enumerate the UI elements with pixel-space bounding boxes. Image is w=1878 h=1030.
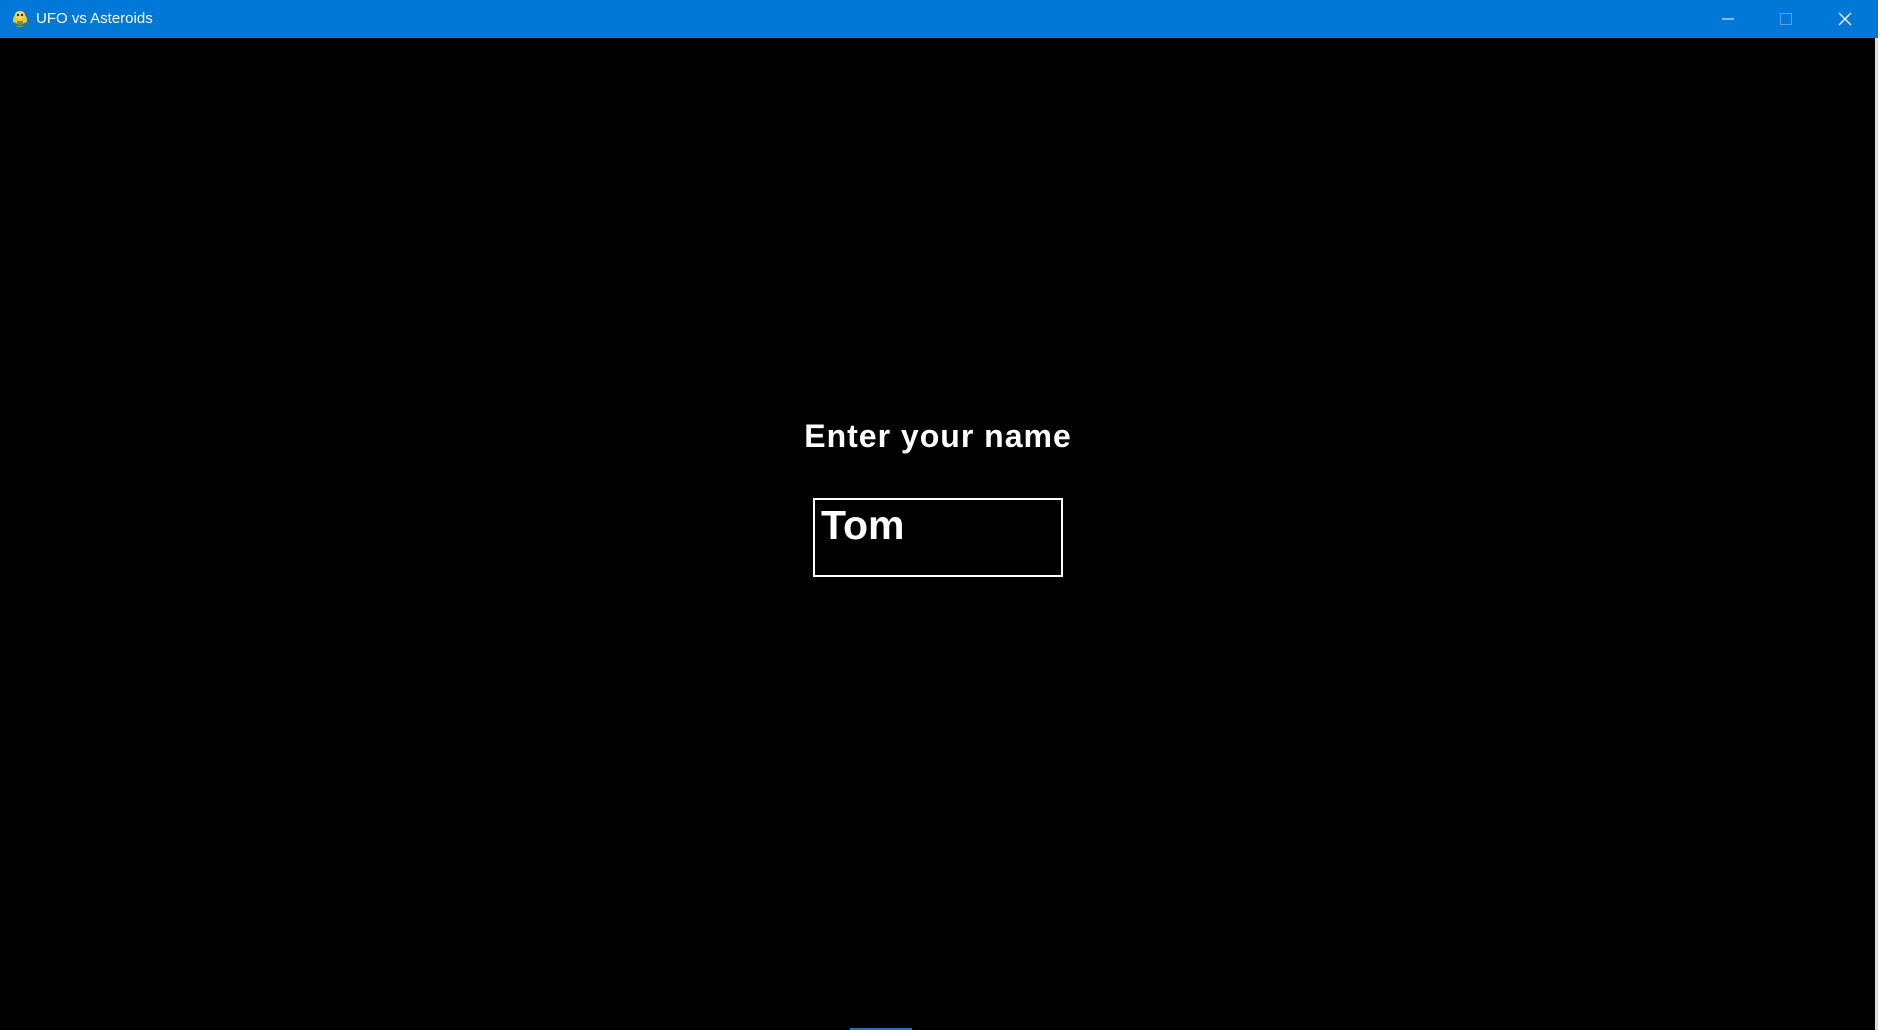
maximize-icon (1780, 13, 1792, 25)
pygame-snake-icon (10, 9, 30, 29)
maximize-button[interactable] (1757, 0, 1815, 38)
name-input[interactable]: Tom (813, 498, 1063, 577)
window-title: UFO vs Asteroids (36, 10, 153, 27)
minimize-icon (1722, 13, 1734, 25)
minimize-button[interactable] (1699, 0, 1757, 38)
close-button[interactable] (1816, 0, 1874, 38)
close-icon (1838, 12, 1852, 26)
title-bar[interactable]: UFO vs Asteroids (0, 0, 1878, 38)
name-input-value: Tom (821, 502, 905, 548)
app-window: UFO vs Asteroids Enter your name Tom (0, 0, 1878, 1030)
game-canvas[interactable]: Enter your name Tom (1, 38, 1875, 1028)
name-prompt: Enter your name (804, 418, 1072, 454)
